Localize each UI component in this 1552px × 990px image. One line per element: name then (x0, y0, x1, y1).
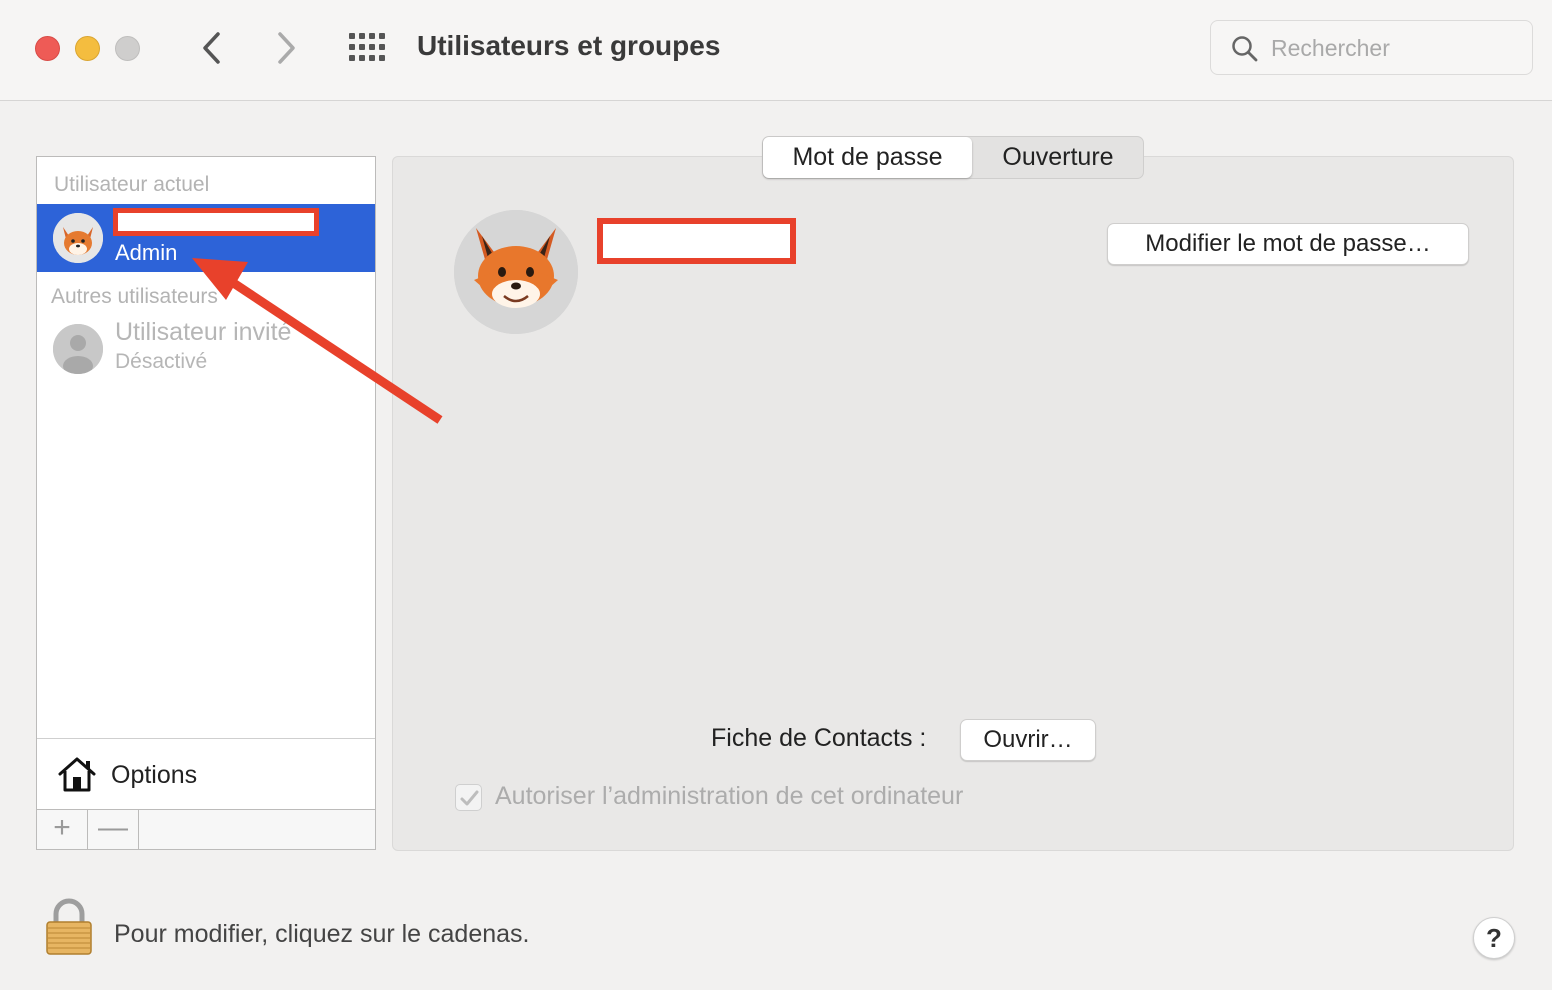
title-bar: Utilisateurs et groupes (0, 0, 1552, 101)
users-sidebar: Utilisateur actuel Admin Autres utilisat… (36, 156, 376, 850)
checkmark-icon (460, 790, 479, 806)
fox-memoji-icon (454, 210, 578, 334)
chevron-right-icon (278, 32, 295, 64)
help-button[interactable]: ? (1473, 917, 1515, 959)
current-user-header: Utilisateur actuel (54, 173, 210, 196)
zoom-window-button[interactable] (115, 36, 140, 61)
generic-user-icon (53, 324, 103, 374)
contacts-card-label: Fiche de Contacts : (711, 724, 927, 752)
window-title: Utilisateurs et groupes (417, 30, 721, 61)
tab-login-items[interactable]: Ouverture (972, 137, 1144, 178)
user-role-label: Admin (115, 240, 178, 265)
minimize-window-button[interactable] (75, 36, 100, 61)
guest-user-name: Utilisateur invité (115, 318, 292, 346)
sidebar-footer: + — (37, 809, 375, 849)
home-icon (58, 757, 96, 792)
change-password-button[interactable]: Modifier le mot de passe… (1107, 223, 1469, 265)
full-name-redaction (597, 218, 796, 264)
back-button[interactable] (192, 28, 232, 68)
search-box[interactable] (1210, 20, 1533, 75)
open-contacts-button[interactable]: Ouvrir… (960, 719, 1096, 761)
username-redaction (113, 208, 319, 236)
add-user-button[interactable]: + (37, 810, 88, 849)
user-row-guest[interactable]: Utilisateur invité Désactivé (37, 316, 375, 384)
forward-button[interactable] (266, 28, 306, 68)
login-options-item[interactable]: Options (37, 739, 375, 809)
search-input[interactable] (1271, 31, 1521, 65)
options-label: Options (111, 761, 198, 789)
other-users-header: Autres utilisateurs (51, 285, 218, 308)
fox-avatar-icon (53, 213, 103, 263)
grid-icon (349, 33, 385, 61)
chevron-left-icon (203, 32, 220, 64)
user-row-admin[interactable]: Admin (37, 204, 375, 272)
user-picture[interactable] (454, 210, 578, 334)
allow-admin-label: Autoriser l’administration de cet ordina… (495, 782, 964, 810)
search-icon (1232, 36, 1258, 62)
lock-button[interactable] (44, 898, 94, 956)
tab-password[interactable]: Mot de passe (763, 137, 972, 178)
allow-admin-checkbox[interactable] (455, 784, 482, 811)
guest-user-status: Désactivé (115, 350, 208, 373)
remove-user-button[interactable]: — (88, 810, 139, 849)
close-window-button[interactable] (35, 36, 60, 61)
tab-bar: Mot de passe Ouverture (762, 136, 1144, 179)
lock-hint-text: Pour modifier, cliquez sur le cadenas. (114, 920, 530, 948)
padlock-icon (46, 898, 92, 955)
show-all-button[interactable] (348, 32, 386, 62)
